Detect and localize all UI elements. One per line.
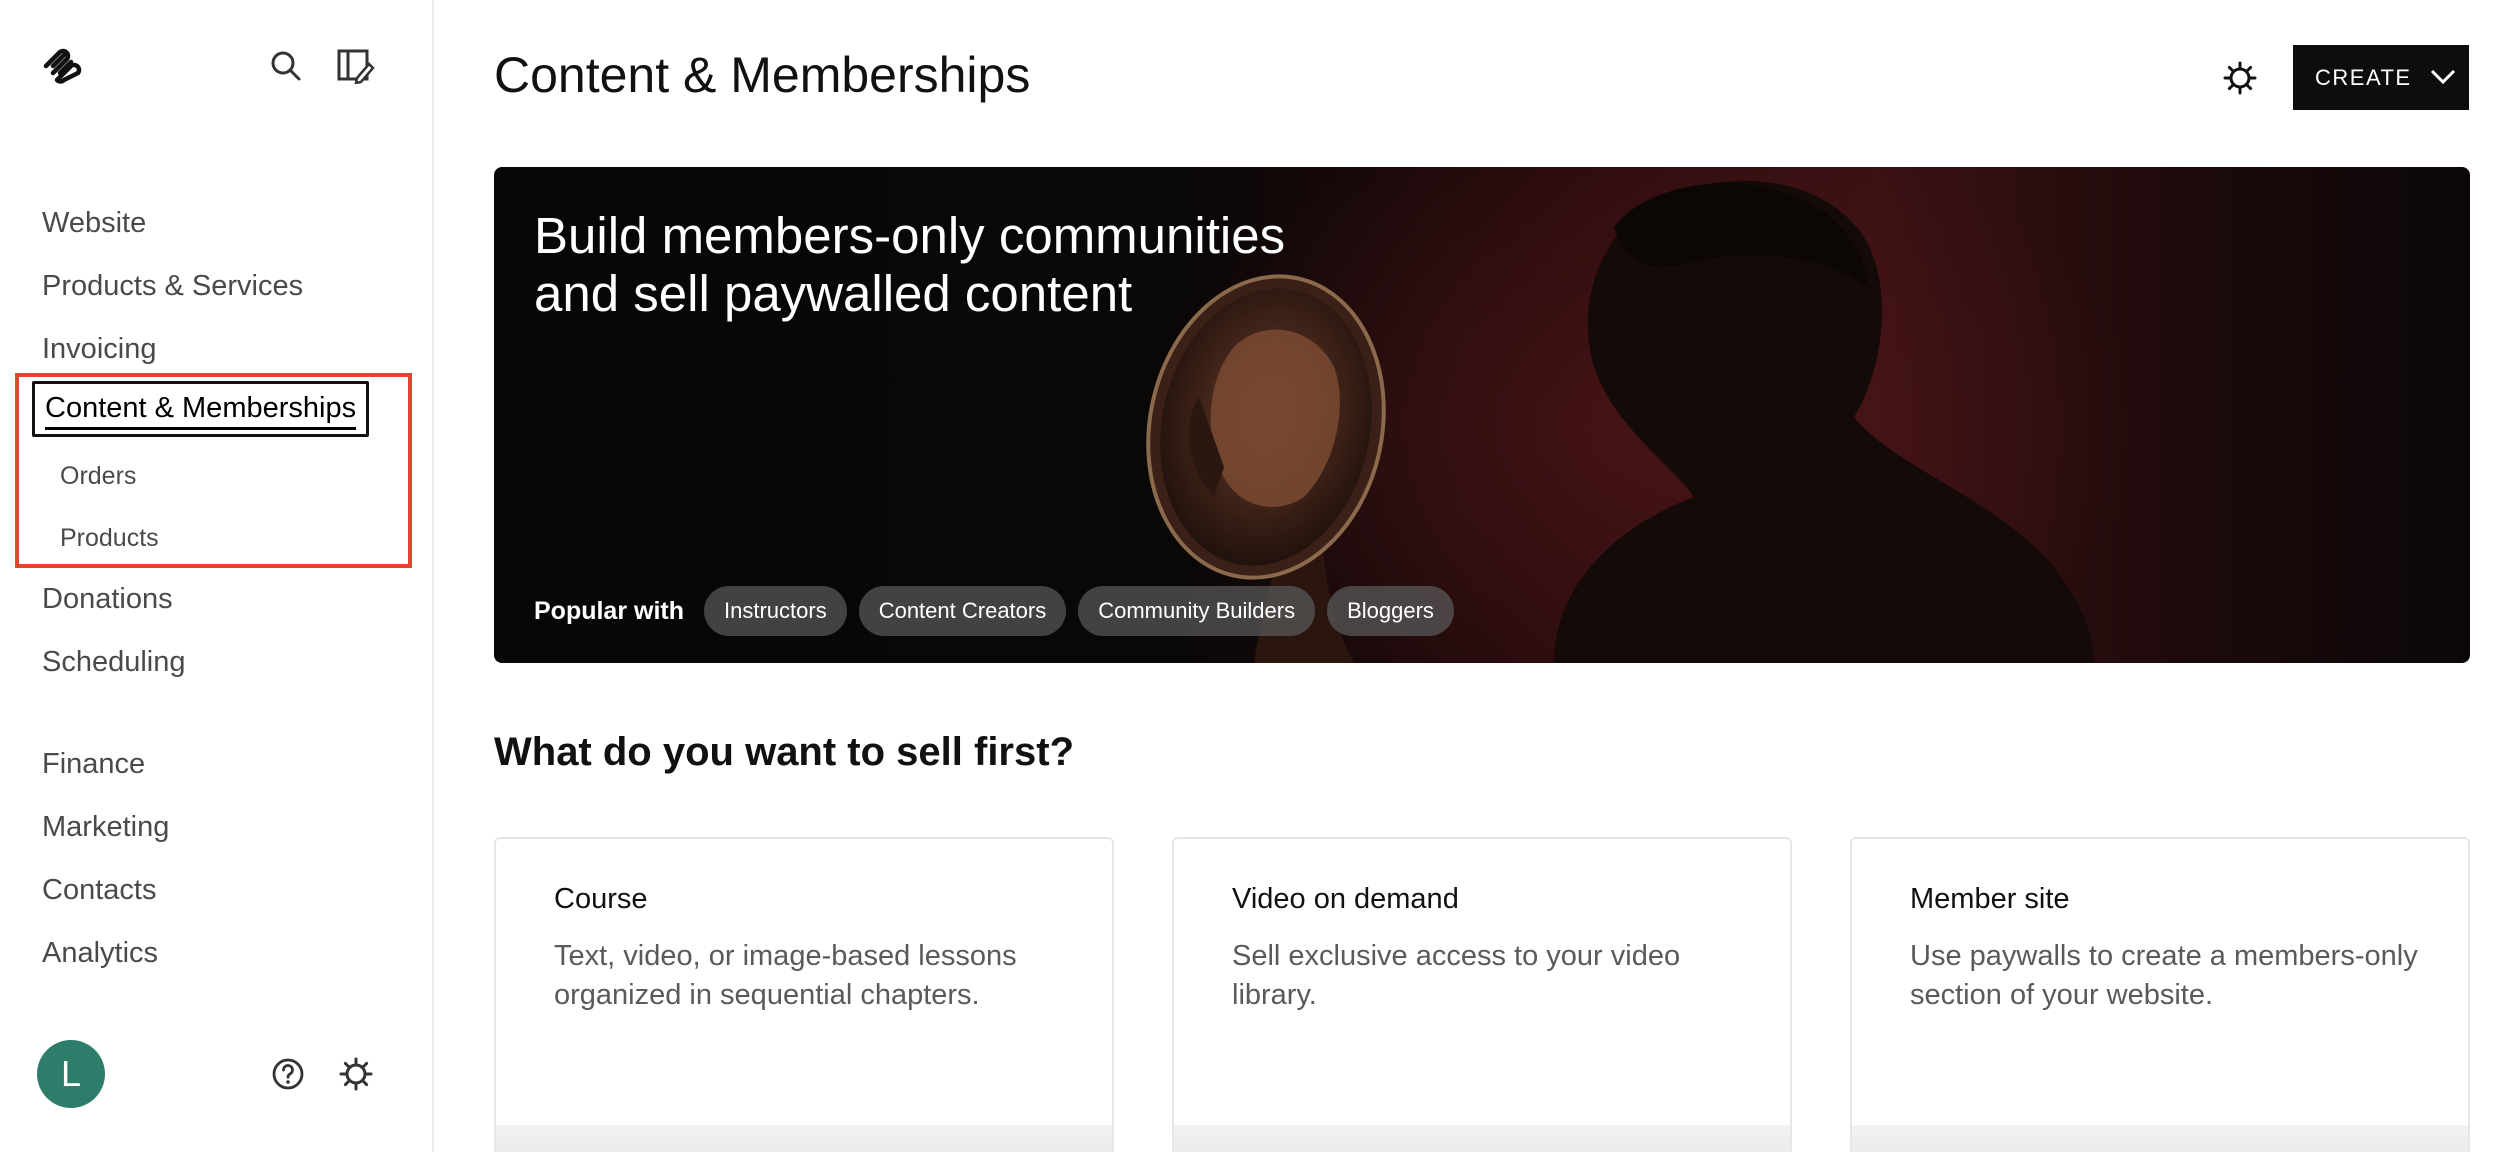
chevron-down-icon (2430, 65, 2456, 91)
sidebar-item-analytics[interactable]: Analytics (42, 939, 158, 968)
gear-icon[interactable] (336, 1054, 376, 1094)
section-title: What do you want to sell first? (494, 730, 1074, 774)
chip-instructors[interactable]: Instructors (704, 586, 847, 636)
chip-community-builders[interactable]: Community Builders (1078, 586, 1316, 636)
hero-title-line: Build members-only communities (534, 207, 1286, 264)
search-icon[interactable] (266, 46, 306, 86)
page-title: Content & Memberships (494, 47, 1031, 103)
card-description: Text, video, or image-based lessons orga… (554, 940, 1017, 1011)
card-description: Use paywalls to create a members-only se… (1910, 940, 2418, 1011)
chip-bloggers[interactable]: Bloggers (1327, 586, 1454, 636)
hero-title: Build members-only communities and sell … (534, 207, 1434, 323)
card-preview (1174, 1125, 1790, 1152)
card-title: Member site (1910, 883, 2070, 915)
hero-title-line: and sell paywalled content (534, 265, 1133, 322)
card-member-site[interactable]: Member site Use paywalls to create a mem… (1850, 837, 2470, 1152)
sidebar-item-donations[interactable]: Donations (42, 585, 173, 614)
gear-icon[interactable] (2218, 56, 2262, 100)
sidebar-item-invoicing[interactable]: Invoicing (42, 335, 156, 364)
sidebar-item-marketing[interactable]: Marketing (42, 813, 169, 842)
squarespace-logo-icon[interactable] (40, 44, 84, 88)
create-button-label: CREATE (2315, 64, 2412, 90)
popular-with-label: Popular with (534, 596, 684, 625)
card-video-on-demand[interactable]: Video on demand Sell exclusive access to… (1172, 837, 1792, 1152)
create-button[interactable]: CREATE (2293, 45, 2469, 110)
sidebar-item-scheduling[interactable]: Scheduling (42, 648, 186, 677)
sidebar-item-products-services[interactable]: Products & Services (42, 272, 303, 301)
help-icon[interactable] (268, 1054, 308, 1094)
sidebar-item-website[interactable]: Website (42, 209, 146, 238)
sidebar-item-finance[interactable]: Finance (42, 750, 145, 779)
sidebar-item-contacts[interactable]: Contacts (42, 876, 156, 905)
card-course[interactable]: Course Text, video, or image-based lesso… (494, 837, 1114, 1152)
avatar[interactable]: L (37, 1040, 105, 1108)
popular-with-row: Popular with Instructors Content Creator… (534, 586, 1454, 636)
card-preview (496, 1125, 1112, 1152)
card-title: Course (554, 883, 648, 915)
card-preview (1852, 1125, 2468, 1152)
annotation-highlight-box (15, 373, 412, 568)
card-title: Video on demand (1232, 883, 1459, 915)
card-description: Sell exclusive access to your video libr… (1232, 940, 1681, 1011)
main-content: Content & Memberships CREATE Build membe… (436, 0, 2500, 1152)
chip-content-creators[interactable]: Content Creators (858, 586, 1067, 636)
hero-banner: Build members-only communities and sell … (494, 167, 2470, 663)
edit-site-icon[interactable] (336, 46, 376, 86)
sidebar: Website Products & Services Invoicing Co… (0, 0, 434, 1152)
